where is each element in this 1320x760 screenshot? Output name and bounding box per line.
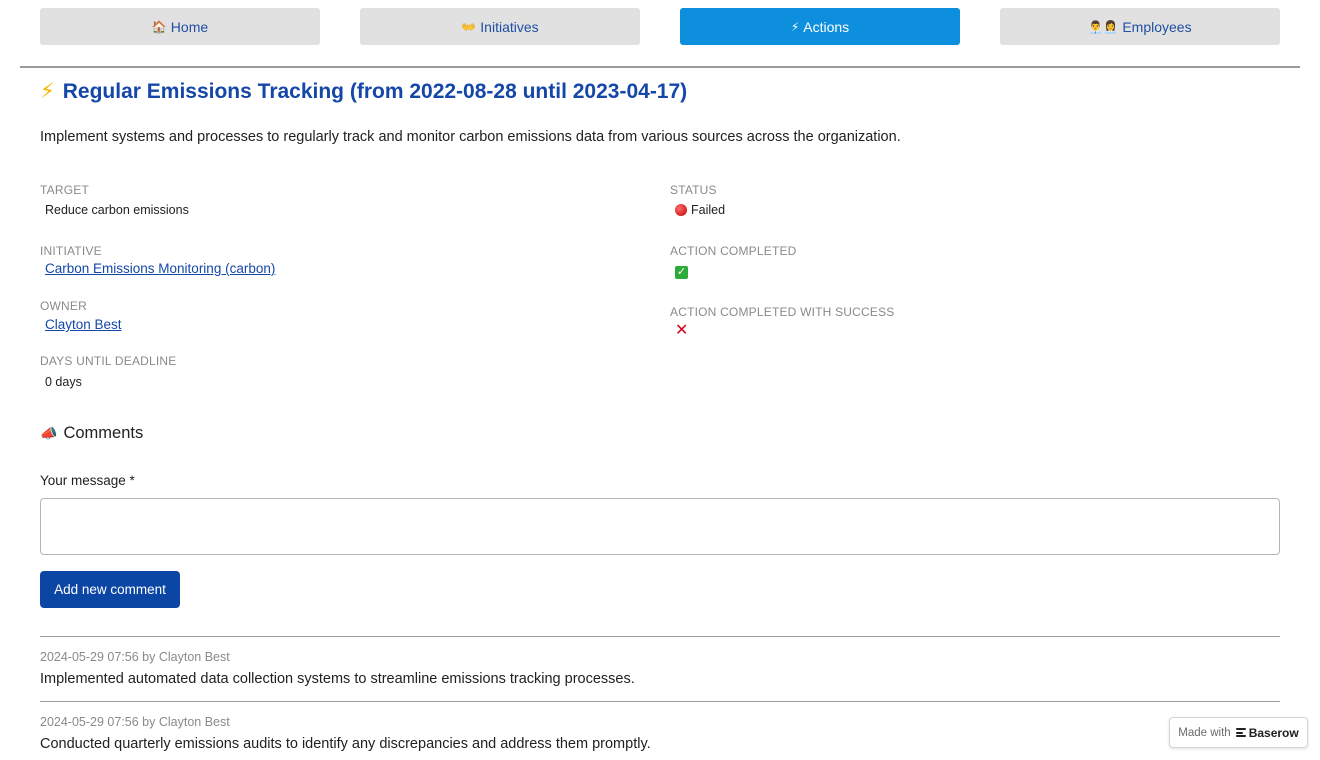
lightning-icon: ⚡ bbox=[40, 80, 55, 103]
comments-heading-text: Comments bbox=[63, 424, 144, 442]
comment-divider bbox=[40, 701, 1280, 702]
nav-initiatives-label: Initiatives bbox=[480, 18, 539, 35]
nav-actions-label: Actions bbox=[803, 18, 850, 35]
nav-employees-button[interactable]: 👨‍💼👩‍💼 Employees bbox=[1000, 8, 1280, 45]
status-text: Failed bbox=[691, 203, 726, 217]
people-icon: 👨‍💼👩‍💼 bbox=[1088, 19, 1119, 34]
days-until-deadline-value: 0 days bbox=[45, 375, 82, 389]
target-label: TARGET bbox=[40, 183, 89, 197]
initiative-label: INITIATIVE bbox=[40, 244, 102, 258]
red-circle-icon bbox=[675, 204, 687, 216]
comment-meta: 2024-05-29 07:56 by Clayton Best bbox=[40, 715, 230, 729]
checkmark-icon: ✓ bbox=[675, 266, 688, 279]
status-label: STATUS bbox=[670, 183, 717, 197]
status-value: Failed bbox=[675, 203, 725, 217]
made-with-baserow-badge[interactable]: Made with Baserow bbox=[1169, 717, 1308, 748]
nav-employees-label: Employees bbox=[1122, 18, 1192, 35]
owner-label: OWNER bbox=[40, 299, 87, 313]
comment-divider bbox=[40, 636, 1280, 637]
page-title: ⚡ Regular Emissions Tracking (from 2022-… bbox=[40, 79, 687, 104]
nav-home-label: Home bbox=[170, 18, 209, 35]
days-until-deadline-label: DAYS UNTIL DEADLINE bbox=[40, 354, 177, 368]
handshake-icon: 👐 bbox=[461, 19, 477, 34]
nav-actions-button[interactable]: ⚡ Actions bbox=[680, 8, 960, 45]
owner-link[interactable]: Clayton Best bbox=[45, 317, 122, 332]
nav-initiatives-button[interactable]: 👐 Initiatives bbox=[360, 8, 640, 45]
initiative-link[interactable]: Carbon Emissions Monitoring (carbon) bbox=[45, 261, 275, 276]
page-title-text: Regular Emissions Tracking (from 2022-08… bbox=[62, 79, 688, 103]
nav-home-button[interactable]: 🏠 Home bbox=[40, 8, 320, 45]
comments-heading: 📣 Comments bbox=[40, 424, 143, 443]
cross-icon: ✕ bbox=[675, 322, 689, 339]
comment-meta: 2024-05-29 07:56 by Clayton Best bbox=[40, 650, 230, 664]
comment-text: Conducted quarterly emissions audits to … bbox=[40, 736, 651, 752]
baserow-brand-text: Baserow bbox=[1248, 725, 1299, 740]
action-completed-value: ✓ bbox=[675, 264, 688, 279]
comment-text: Implemented automated data collection sy… bbox=[40, 671, 635, 687]
action-completed-success-value: ✕ bbox=[675, 323, 688, 339]
message-label: Your message * bbox=[40, 473, 135, 488]
made-with-text: Made with bbox=[1178, 726, 1231, 739]
top-navigation: 🏠 Home 👐 Initiatives ⚡ Actions 👨‍💼👩‍💼 Em… bbox=[40, 8, 1280, 46]
megaphone-icon: 📣 bbox=[40, 425, 58, 441]
baserow-brand: Baserow bbox=[1235, 725, 1299, 740]
message-input[interactable] bbox=[40, 498, 1280, 555]
lightning-icon: ⚡ bbox=[790, 19, 800, 34]
action-completed-success-label: ACTION COMPLETED WITH SUCCESS bbox=[670, 305, 895, 319]
action-description: Implement systems and processes to regul… bbox=[40, 129, 901, 145]
nav-divider bbox=[20, 66, 1300, 68]
target-value: Reduce carbon emissions bbox=[45, 203, 189, 217]
house-icon: 🏠 bbox=[151, 19, 167, 34]
baserow-logo-icon bbox=[1235, 728, 1246, 737]
action-completed-label: ACTION COMPLETED bbox=[670, 244, 797, 258]
add-new-comment-button[interactable]: Add new comment bbox=[40, 571, 180, 608]
